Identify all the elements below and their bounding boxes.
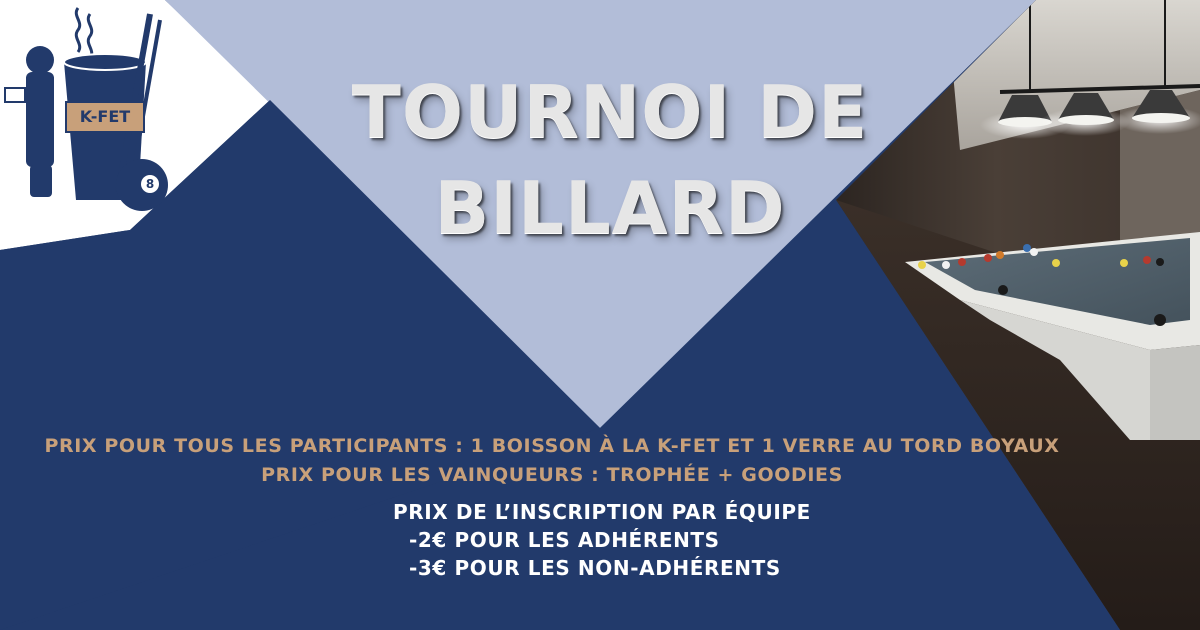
- winners-prize: PRIX POUR LES VAINQUEURS : TROPHÉE + GOO…: [261, 464, 843, 486]
- registration-heading: PRIX DE L’INSCRIPTION PAR ÉQUIPE: [393, 500, 811, 524]
- non-members-price: -3€ POUR LES NON-ADHÉRENTS: [409, 556, 781, 580]
- participants-prize: PRIX POUR TOUS LES PARTICIPANTS : 1 BOIS…: [44, 435, 1060, 457]
- title-line-2: BILLARD: [434, 166, 786, 250]
- logo-label: K-FET: [79, 107, 131, 126]
- members-price: -2€ POUR LES ADHÉRENTS: [409, 528, 720, 552]
- eight-ball-number: 8: [145, 177, 155, 191]
- registration-block: PRIX DE L’INSCRIPTION PAR ÉQUIPE -2€ POU…: [393, 498, 811, 582]
- poster: K-FET 8 TOURNOI DE BILLARD PRIX POUR TOU…: [0, 0, 1200, 630]
- prizes-block: PRIX POUR TOUS LES PARTICIPANTS : 1 BOIS…: [0, 432, 1104, 490]
- title-line-1: TOURNOI DE: [351, 70, 869, 154]
- page-title: TOURNOI DE BILLARD: [300, 64, 920, 256]
